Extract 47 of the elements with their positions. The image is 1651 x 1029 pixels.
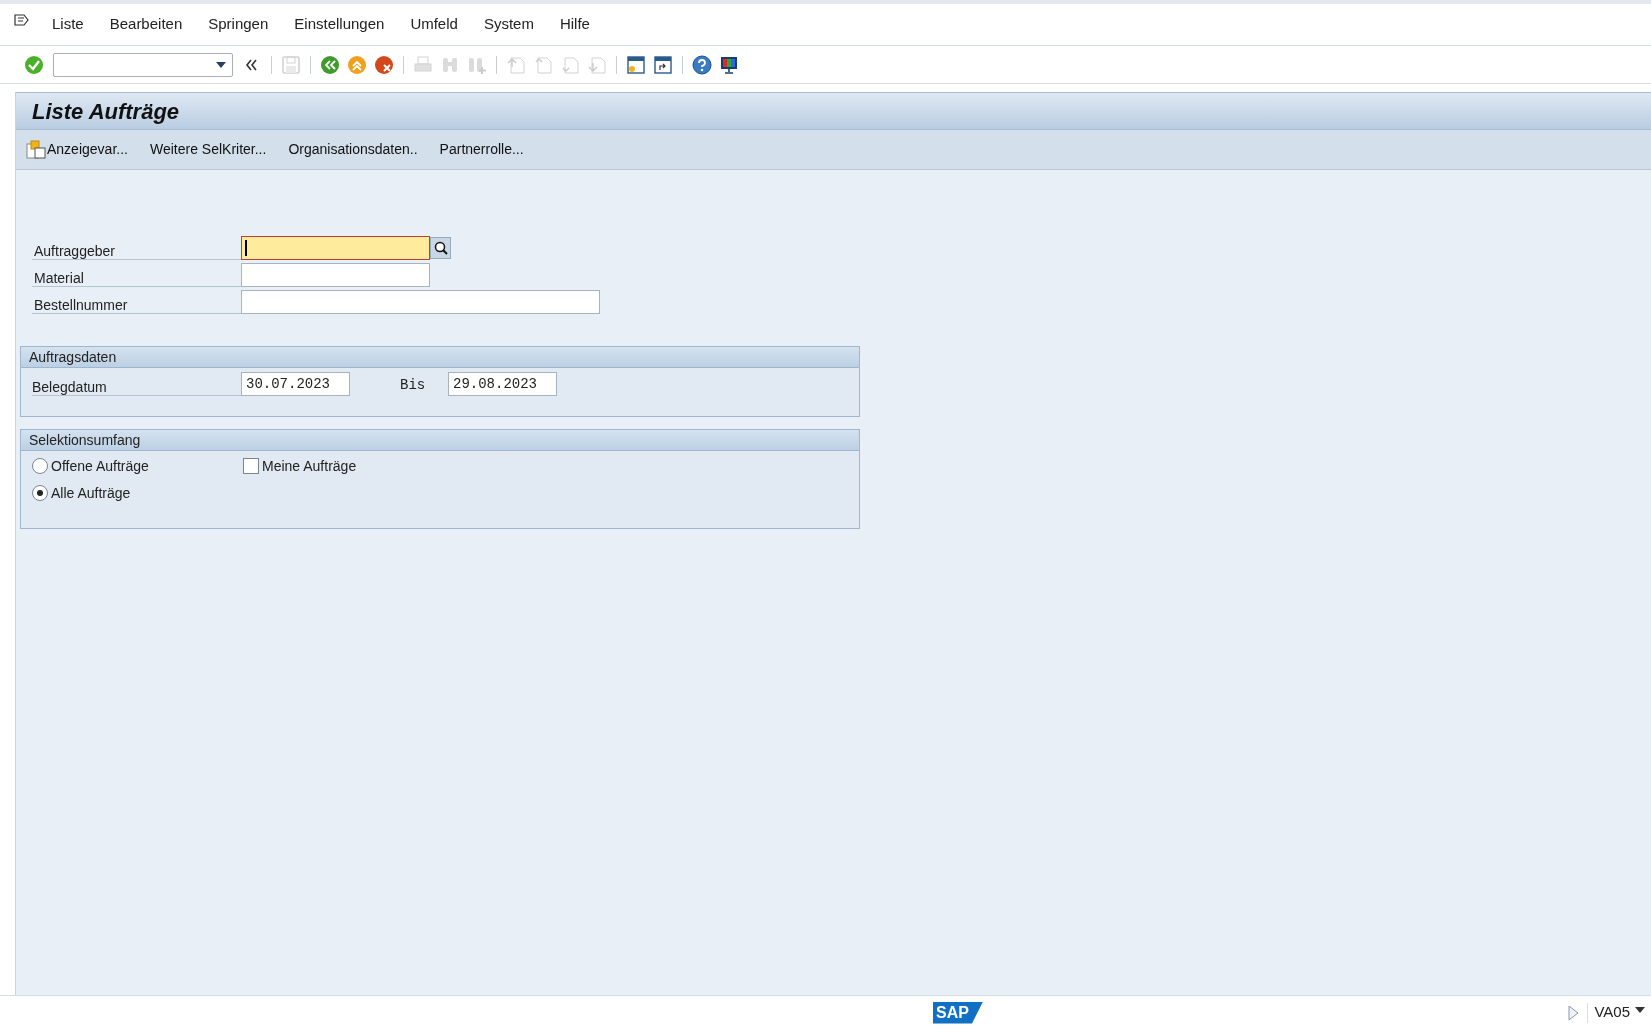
group-title: Auftragsdaten: [29, 347, 117, 367]
menu-item[interactable]: Liste: [52, 13, 84, 36]
search-help-button[interactable]: [430, 237, 451, 259]
menu-item[interactable]: Umfeld: [410, 13, 458, 36]
toolbar-button[interactable]: Organisationsdaten..: [288, 139, 418, 160]
play-icon[interactable]: [1567, 1004, 1580, 1021]
group-title: Selektionsumfang: [29, 430, 141, 450]
toolbar-button[interactable]: Anzeigevar...: [26, 139, 128, 160]
dropdown-icon[interactable]: [216, 61, 226, 68]
screen-title: Liste Aufträge: [32, 97, 180, 126]
input-field[interactable]: [241, 290, 600, 314]
radio-option[interactable]: Alle Aufträge: [32, 482, 243, 504]
exit-icon[interactable]: [347, 54, 367, 75]
cancel-icon[interactable]: [374, 54, 394, 75]
radio-option[interactable]: Offene Aufträge: [32, 455, 243, 477]
dropdown-icon[interactable]: [1635, 1006, 1645, 1013]
menu-item[interactable]: System: [483, 13, 534, 36]
command-field[interactable]: [53, 52, 233, 77]
search-icon: [433, 241, 448, 255]
checkbox-option[interactable]: Meine Aufträge: [243, 455, 443, 477]
shortcut-icon[interactable]: [653, 54, 673, 75]
new-window-icon[interactable]: [626, 54, 646, 75]
check-icon[interactable]: [24, 54, 44, 75]
field-label: Belegdatum: [32, 372, 241, 396]
transaction-code: VA05: [1594, 1002, 1630, 1023]
input-field[interactable]: [241, 263, 430, 287]
field-label: Auftraggeber: [32, 236, 241, 260]
menu-item[interactable]: Einstellungen: [294, 13, 385, 36]
toolbar-button[interactable]: Weitere SelKriter...: [149, 139, 267, 160]
menu-item[interactable]: Bearbeiten: [109, 13, 183, 36]
date-field[interactable]: 30.07.2023: [241, 372, 350, 396]
radio-button[interactable]: [32, 458, 48, 474]
back-icon[interactable]: [320, 54, 340, 75]
checkbox[interactable]: [243, 458, 259, 474]
menu-item[interactable]: Hilfe: [559, 13, 590, 36]
date-field[interactable]: 29.08.2023: [448, 372, 557, 396]
toolbar-button[interactable]: Partnerrolle...: [439, 139, 524, 160]
documents-icon: [26, 139, 46, 160]
field-label: Bestellnummer: [32, 290, 241, 314]
monitor-icon[interactable]: [719, 54, 739, 75]
menu-item[interactable]: Springen: [208, 13, 269, 36]
field-label: Material: [32, 263, 241, 287]
radio-button[interactable]: [32, 485, 48, 501]
input-field[interactable]: [241, 236, 430, 260]
sap-logo: SAP: [933, 1001, 983, 1024]
help-icon[interactable]: [692, 54, 712, 75]
field-label: Bis: [400, 376, 427, 395]
